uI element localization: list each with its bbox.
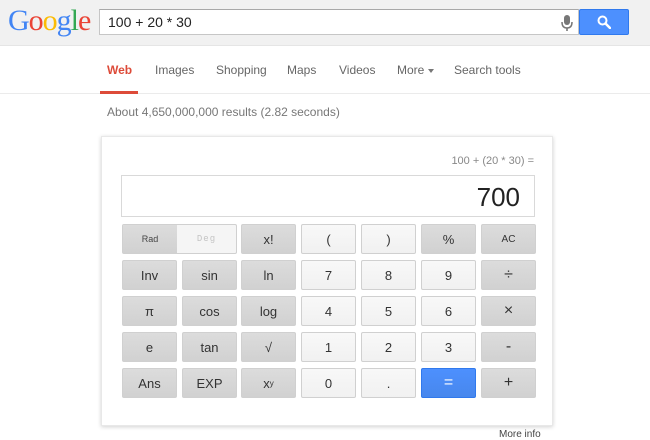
- digit-0-button[interactable]: 0: [301, 368, 356, 398]
- logo-letter-l: l: [70, 4, 79, 37]
- digit-7-button[interactable]: 7: [301, 260, 356, 290]
- search-box: [99, 9, 579, 35]
- tan-button[interactable]: tan: [182, 332, 237, 362]
- equals-button[interactable]: =: [421, 368, 476, 398]
- calculator-display: 700: [121, 175, 535, 217]
- digit-5-button[interactable]: 5: [361, 296, 416, 326]
- logo-letter-g: G: [8, 4, 30, 37]
- log-button[interactable]: log: [241, 296, 296, 326]
- answer-button[interactable]: Ans: [122, 368, 177, 398]
- tab-images[interactable]: Images: [155, 63, 194, 77]
- deg-button[interactable]: Deg: [177, 225, 236, 253]
- top-bar: Google: [0, 0, 650, 46]
- search-input[interactable]: [108, 13, 548, 31]
- calculator-expression: 100 + (20 * 30) =: [451, 155, 534, 167]
- pi-button[interactable]: π: [122, 296, 177, 326]
- result-stats: About 4,650,000,000 results (2.82 second…: [107, 105, 340, 119]
- search-button[interactable]: [579, 9, 629, 35]
- logo-letter-o2: o: [42, 4, 58, 37]
- decimal-point-button[interactable]: .: [361, 368, 416, 398]
- search-tabs: Web Images Shopping Maps Videos More Sea…: [0, 46, 650, 94]
- active-tab-indicator: [100, 91, 138, 94]
- tab-search-tools[interactable]: Search tools: [454, 63, 521, 77]
- subtract-button[interactable]: -: [481, 332, 536, 362]
- digit-3-button[interactable]: 3: [421, 332, 476, 362]
- power-exponent: y: [269, 378, 274, 388]
- multiply-button[interactable]: ×: [481, 296, 536, 326]
- digit-4-button[interactable]: 4: [301, 296, 356, 326]
- angle-mode-toggle[interactable]: Rad Deg: [122, 224, 237, 254]
- digit-2-button[interactable]: 2: [361, 332, 416, 362]
- calculator-result: 700: [476, 182, 520, 212]
- open-paren-button[interactable]: (: [301, 224, 356, 254]
- percent-button[interactable]: %: [421, 224, 476, 254]
- divide-button[interactable]: ÷: [481, 260, 536, 290]
- sin-button[interactable]: sin: [182, 260, 237, 290]
- microphone-icon[interactable]: [560, 14, 574, 32]
- digit-9-button[interactable]: 9: [421, 260, 476, 290]
- all-clear-button[interactable]: AC: [481, 224, 536, 254]
- tab-videos[interactable]: Videos: [339, 63, 375, 77]
- rad-button[interactable]: Rad: [123, 225, 177, 253]
- ln-button[interactable]: ln: [241, 260, 296, 290]
- add-button[interactable]: +: [481, 368, 536, 398]
- tab-web[interactable]: Web: [107, 63, 132, 77]
- google-logo[interactable]: Google: [8, 4, 91, 37]
- tab-maps[interactable]: Maps: [287, 63, 316, 77]
- more-info-link[interactable]: More info: [499, 429, 541, 440]
- digit-1-button[interactable]: 1: [301, 332, 356, 362]
- sqrt-button[interactable]: √: [241, 332, 296, 362]
- calculator-widget: 100 + (20 * 30) = 700 Rad Deg x! ( ) % A…: [101, 136, 553, 426]
- factorial-button[interactable]: x!: [241, 224, 296, 254]
- tab-more[interactable]: More: [397, 63, 435, 77]
- magnifier-icon: [597, 15, 611, 29]
- digit-8-button[interactable]: 8: [361, 260, 416, 290]
- logo-letter-e: e: [78, 4, 91, 37]
- chevron-down-icon: [428, 68, 435, 73]
- exp-button[interactable]: EXP: [182, 368, 237, 398]
- power-button[interactable]: xy: [241, 368, 296, 398]
- inverse-button[interactable]: Inv: [122, 260, 177, 290]
- close-paren-button[interactable]: ): [361, 224, 416, 254]
- tab-shopping[interactable]: Shopping: [216, 63, 267, 77]
- logo-letter-o1: o: [28, 4, 44, 37]
- tab-more-label: More: [397, 63, 425, 77]
- euler-button[interactable]: e: [122, 332, 177, 362]
- digit-6-button[interactable]: 6: [421, 296, 476, 326]
- logo-letter-g2: g: [56, 4, 72, 37]
- cos-button[interactable]: cos: [182, 296, 237, 326]
